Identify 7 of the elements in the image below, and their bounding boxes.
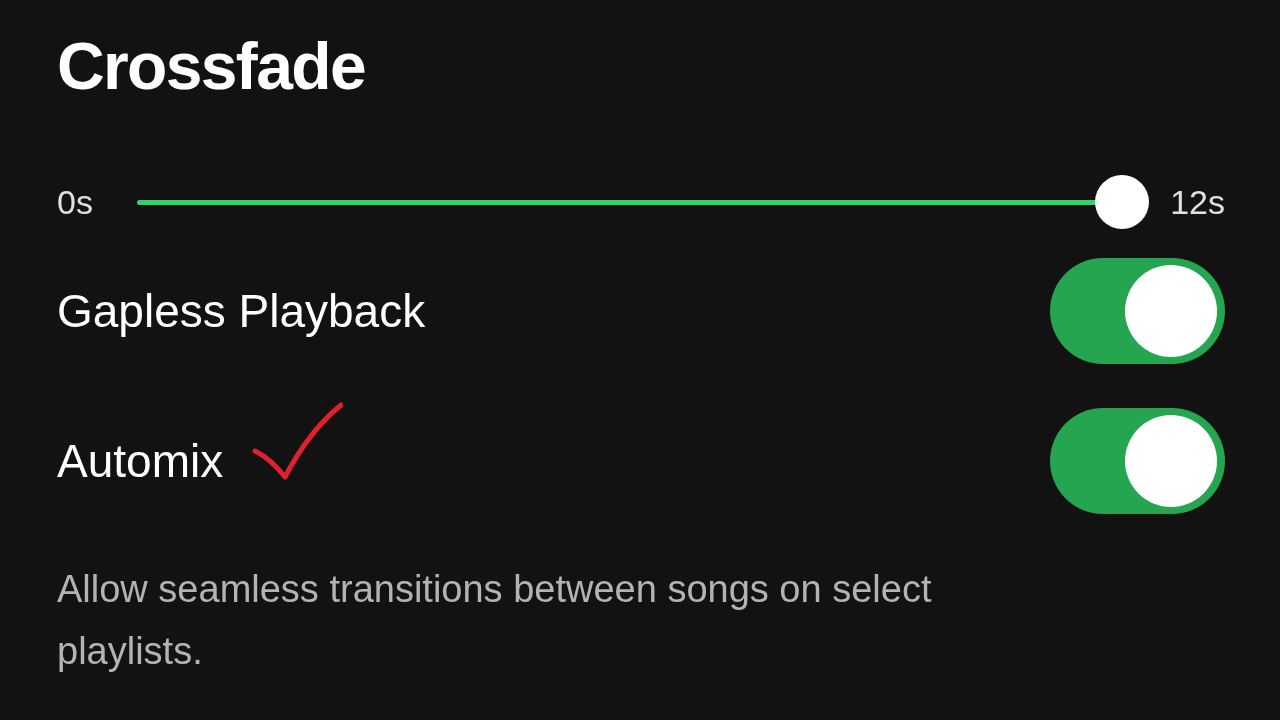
slider-max-label: 12s <box>1170 181 1225 223</box>
automix-description: Allow seamless transitions between songs on select playlists. <box>57 567 933 674</box>
setting-label: Gapless Playback <box>57 283 426 339</box>
page-title: Crossfade <box>57 33 366 99</box>
slider-thumb[interactable] <box>1095 175 1150 229</box>
setting-label: Automix <box>57 433 224 489</box>
slider-min-label: 0s <box>57 181 94 223</box>
